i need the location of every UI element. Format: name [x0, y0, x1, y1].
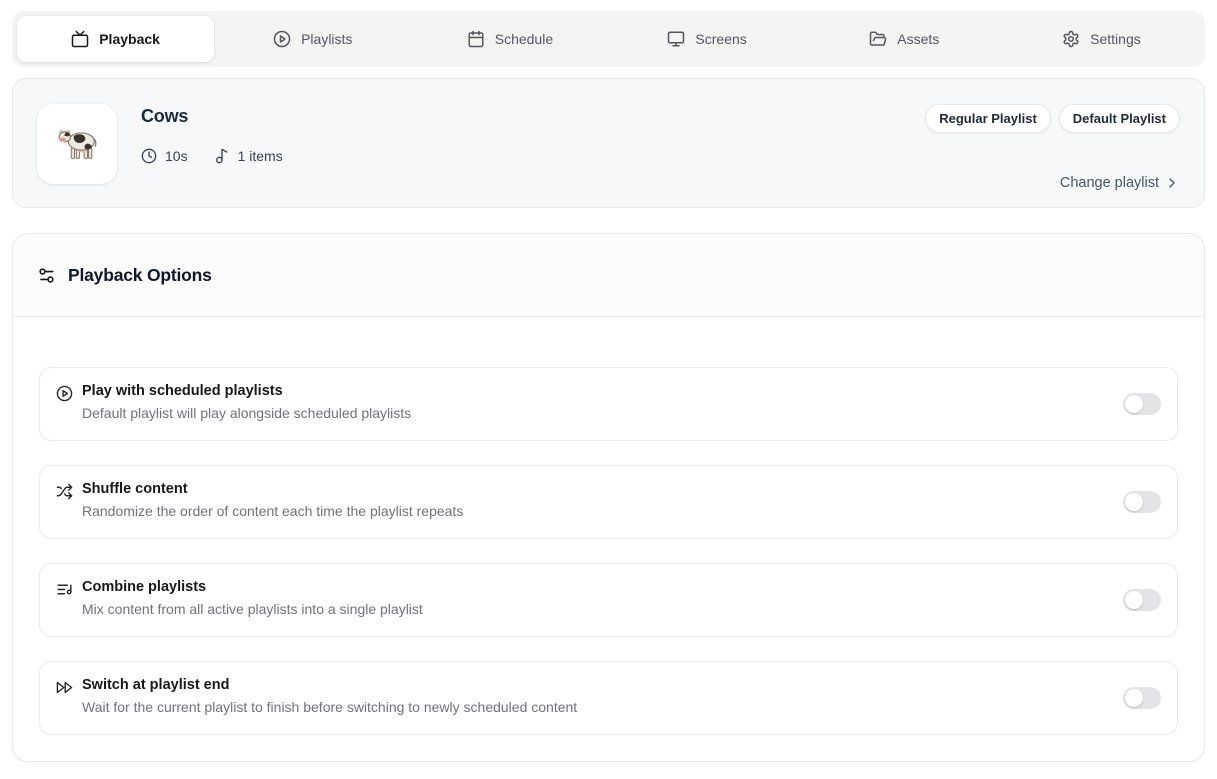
tab-label: Settings: [1090, 31, 1141, 47]
current-playlist-card: Cows 10s 1 items Regular Playlist Defaul…: [12, 78, 1205, 208]
toggle-knob: [1125, 493, 1143, 511]
tab-playlists[interactable]: Playlists: [214, 16, 411, 62]
toggle-switch-at-end[interactable]: [1123, 687, 1161, 709]
option-text: Combine playlists Mix content from all a…: [82, 579, 423, 617]
cow-illustration: [54, 121, 100, 167]
clock-icon: [141, 148, 157, 164]
badge-regular-playlist: Regular Playlist: [925, 104, 1051, 133]
gear-icon: [1062, 30, 1080, 48]
toggle-knob: [1125, 591, 1143, 609]
chevron-right-icon: [1164, 175, 1180, 191]
option-label: Switch at playlist end: [82, 677, 577, 693]
monitor-icon: [667, 30, 685, 48]
playback-options-header: Playback Options: [13, 234, 1204, 317]
tab-assets[interactable]: Assets: [806, 16, 1003, 62]
playlist-thumbnail: [37, 104, 117, 184]
circle-play-icon: [56, 385, 73, 402]
option-description: Default playlist will play alongside sch…: [82, 405, 411, 421]
option-text: Switch at playlist end Wait for the curr…: [82, 677, 577, 715]
tab-label: Playback: [99, 31, 160, 47]
tab-label: Schedule: [495, 31, 553, 47]
option-switch-at-end: Switch at playlist end Wait for the curr…: [39, 661, 1178, 735]
music-note-icon: [214, 148, 230, 164]
tab-label: Screens: [695, 31, 746, 47]
folder-open-icon: [869, 30, 887, 48]
playlist-badges: Regular Playlist Default Playlist: [925, 104, 1180, 133]
playlist-title: Cows: [141, 106, 901, 127]
tab-playback[interactable]: Playback: [17, 16, 214, 62]
tab-label: Assets: [897, 31, 939, 47]
fast-forward-icon: [56, 679, 73, 696]
option-description: Randomize the order of content each time…: [82, 503, 463, 519]
tab-settings[interactable]: Settings: [1003, 16, 1200, 62]
calendar-icon: [467, 30, 485, 48]
tab-label: Playlists: [301, 31, 352, 47]
option-text: Shuffle content Randomize the order of c…: [82, 481, 463, 519]
badge-default-playlist: Default Playlist: [1059, 104, 1180, 133]
circle-play-icon: [273, 30, 291, 48]
playlist-meta: 10s 1 items: [141, 148, 901, 164]
toggle-combine-playlists[interactable]: [1123, 589, 1161, 611]
option-label: Shuffle content: [82, 481, 463, 497]
playback-options-title: Playback Options: [68, 265, 212, 286]
toggle-knob: [1125, 689, 1143, 707]
option-label: Combine playlists: [82, 579, 423, 595]
list-music-icon: [56, 581, 73, 598]
option-label: Play with scheduled playlists: [82, 383, 411, 399]
playlist-info: Cows 10s 1 items: [141, 104, 901, 191]
playback-options-body: Play with scheduled playlists Default pl…: [13, 317, 1204, 762]
main-nav: Playback Playlists Schedule Screens Asse…: [12, 11, 1205, 67]
option-text: Play with scheduled playlists Default pl…: [82, 383, 411, 421]
option-shuffle-content: Shuffle content Randomize the order of c…: [39, 465, 1178, 539]
playlist-item-count: 1 items: [214, 148, 283, 164]
toggle-play-with-scheduled[interactable]: [1123, 393, 1161, 415]
tab-schedule[interactable]: Schedule: [411, 16, 608, 62]
toggle-knob: [1125, 395, 1143, 413]
playback-options-card: Playback Options Play with scheduled pla…: [12, 233, 1205, 762]
shuffle-icon: [56, 483, 73, 500]
tab-screens[interactable]: Screens: [609, 16, 806, 62]
tv-icon: [71, 30, 89, 48]
playlist-card-right: Regular Playlist Default Playlist Change…: [925, 104, 1180, 191]
toggle-shuffle-content[interactable]: [1123, 491, 1161, 513]
settings-sliders-icon: [37, 266, 56, 285]
change-playlist-link[interactable]: Change playlist: [1060, 175, 1180, 191]
option-description: Wait for the current playlist to finish …: [82, 699, 577, 715]
playlist-duration: 10s: [141, 148, 188, 164]
option-play-with-scheduled: Play with scheduled playlists Default pl…: [39, 367, 1178, 441]
option-combine-playlists: Combine playlists Mix content from all a…: [39, 563, 1178, 637]
option-description: Mix content from all active playlists in…: [82, 601, 423, 617]
